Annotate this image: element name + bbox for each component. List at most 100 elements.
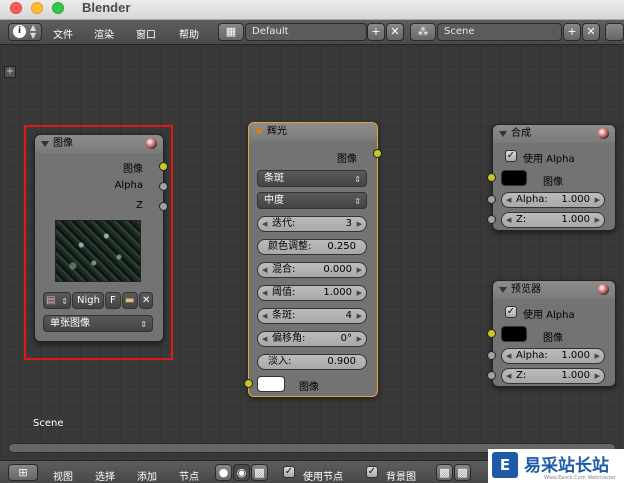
composite-z-field[interactable]: ◀ Z: 1.000 ▶ [501, 212, 605, 228]
delete-scene-button[interactable]: ✕ [582, 23, 600, 41]
add-scene-button[interactable]: + [563, 23, 581, 41]
menu-view[interactable]: 视图 [53, 468, 73, 483]
menu-help[interactable]: 帮助 [179, 26, 199, 41]
scene-field[interactable]: Scene [437, 23, 562, 41]
viewer-color-swatch[interactable] [501, 326, 527, 342]
backdrop-checkbox[interactable]: ✓ [366, 466, 378, 478]
backdrop-channels-button[interactable]: ▩ [436, 464, 453, 481]
glare-node[interactable]: 辉光 图像 条斑 ⇕ 中度 ⇕ ◀ 迭代: 3 ▶ 颜色调整: 0.250 ◀ 混合: 0.00… [248, 122, 378, 397]
menu-select[interactable]: 选择 [95, 468, 115, 483]
node-editor-icon: ⊞ [18, 466, 28, 479]
menu-render[interactable]: 渲染 [94, 26, 114, 41]
plus-icon: + [371, 25, 381, 38]
use-alpha-label: 使用 Alpha [523, 154, 575, 165]
editor-type-button[interactable]: ⊞ [8, 464, 38, 481]
viewer-alpha-socket[interactable] [487, 351, 496, 360]
collapse-triangle-icon[interactable] [499, 287, 507, 293]
editor-type-button[interactable]: i ▲ ▼ [8, 23, 42, 41]
composite-alpha-field[interactable]: ◀ Alpha: 1.000 ▶ [501, 192, 605, 208]
compositing-nodes-button[interactable]: ◉ [233, 464, 250, 481]
scene-name-overlay: Scene [33, 418, 64, 429]
field-label: 迭代: [272, 218, 296, 229]
composite-image-socket[interactable] [487, 173, 496, 182]
angle-offset-field[interactable]: ◀ 偏移角: 0° ▶ [257, 331, 367, 347]
field-label: Z: [516, 370, 527, 381]
watermark-text: 易采站长站 [524, 456, 609, 476]
use-nodes-checkbox[interactable]: ✓ [283, 466, 295, 478]
composite-alpha-socket[interactable] [487, 195, 496, 204]
use-alpha-checkbox[interactable]: ✓ [505, 306, 517, 318]
composite-z-socket[interactable] [487, 215, 496, 224]
plus-icon: + [567, 25, 577, 38]
backdrop-label: 背景图 [386, 472, 416, 483]
viewer-image-socket[interactable] [487, 329, 496, 338]
quality-dropdown[interactable]: 中度 ⇕ [257, 192, 367, 209]
color-modulation-field[interactable]: 颜色调整: 0.250 [257, 239, 367, 255]
field-label: 偏移角: [272, 333, 306, 344]
top-header: i ▲ ▼ 文件 渲染 窗口 帮助 ▦ Default + ✕ ⁂ Scene +… [0, 20, 624, 45]
field-label: Alpha: [516, 350, 548, 361]
selection-highlight-box [24, 125, 173, 360]
composite-color-swatch[interactable] [501, 170, 527, 186]
field-value: 1.000 [561, 370, 590, 381]
shader-nodes-button[interactable]: ● [215, 464, 232, 481]
mix-field[interactable]: ◀ 混合: 0.000 ▶ [257, 262, 367, 278]
delete-screen-button[interactable]: ✕ [386, 23, 404, 41]
close-window-button[interactable] [10, 2, 22, 14]
layout-grid-icon: ▦ [225, 25, 237, 38]
threshold-field[interactable]: ◀ 阈值: 1.000 ▶ [257, 285, 367, 301]
glare-input-socket[interactable] [244, 379, 253, 388]
viewer-node[interactable]: 预览器 ✓ 使用 Alpha 图像 ◀ Alpha: 1.000 ▶ ◀ Z: 1.000… [492, 280, 616, 387]
viewer-z-socket[interactable] [487, 371, 496, 380]
preview-sphere-icon[interactable] [598, 128, 609, 139]
collapse-triangle-icon[interactable] [255, 129, 263, 135]
glare-node-header[interactable]: 辉光 [249, 123, 377, 141]
updown-arrows-icon: ⇕ [354, 175, 361, 184]
add-screen-button[interactable]: + [367, 23, 385, 41]
preview-sphere-icon[interactable] [598, 284, 609, 295]
fade-field[interactable]: 淡入: 0.900 [257, 354, 367, 370]
screen-layout-field[interactable]: Default [245, 23, 367, 41]
zoom-window-button[interactable] [52, 2, 64, 14]
composite-node[interactable]: 合成 ✓ 使用 Alpha 图像 ◀ Alpha: 1.000 ▶ ◀ Z: 1.000 ▶ [492, 124, 616, 231]
scene-icon: ⁂ [417, 25, 429, 38]
render-engine-selector[interactable] [605, 23, 624, 41]
toolshelf-toggle[interactable]: + [4, 66, 16, 78]
iterations-field[interactable]: ◀ 迭代: 3 ▶ [257, 216, 367, 232]
streaks-field[interactable]: ◀ 条斑: 4 ▶ [257, 308, 367, 324]
field-value: 4 [345, 310, 352, 321]
collapse-triangle-icon[interactable] [499, 131, 507, 137]
close-icon: ✕ [390, 25, 400, 38]
field-label: 颜色调整: [268, 241, 312, 252]
menu-add[interactable]: 添加 [137, 468, 157, 483]
menu-window[interactable]: 窗口 [136, 26, 156, 41]
menu-file[interactable]: 文件 [53, 26, 73, 41]
viewer-node-title: 预览器 [511, 284, 541, 295]
texture-nodes-button[interactable]: ▩ [251, 464, 268, 481]
use-alpha-checkbox[interactable]: ✓ [505, 150, 517, 162]
close-icon: ✕ [586, 25, 596, 38]
backdrop-alpha-button[interactable]: ▩ [454, 464, 471, 481]
field-value: 3 [345, 218, 352, 229]
glare-input-label: 图像 [299, 382, 319, 393]
checker-icon: ▩ [457, 466, 468, 479]
scene-selector[interactable]: ⁂ [410, 23, 436, 41]
checker-icon: ▩ [254, 466, 265, 479]
viewer-node-header[interactable]: 预览器 [493, 281, 615, 299]
glare-output-socket[interactable] [373, 149, 382, 158]
glare-type-value: 条斑 [264, 173, 284, 184]
input-color-swatch[interactable] [257, 376, 285, 392]
viewer-alpha-field[interactable]: ◀ Alpha: 1.000 ▶ [501, 348, 605, 364]
composite-node-title: 合成 [511, 128, 531, 139]
checker-icon: ▩ [439, 466, 450, 479]
updown-arrows-icon: ▲ ▼ [30, 23, 37, 40]
composite-node-header[interactable]: 合成 [493, 125, 615, 143]
menu-node[interactable]: 节点 [179, 468, 199, 483]
use-nodes-label: 使用节点 [303, 472, 343, 483]
viewer-z-field[interactable]: ◀ Z: 1.000 ▶ [501, 368, 605, 384]
updown-arrows-icon: ⇕ [354, 197, 361, 206]
minimize-window-button[interactable] [31, 2, 43, 14]
glare-type-dropdown[interactable]: 条斑 ⇕ [257, 170, 367, 187]
window-title: Blender [82, 0, 131, 15]
screen-layout-selector[interactable]: ▦ [218, 23, 244, 41]
